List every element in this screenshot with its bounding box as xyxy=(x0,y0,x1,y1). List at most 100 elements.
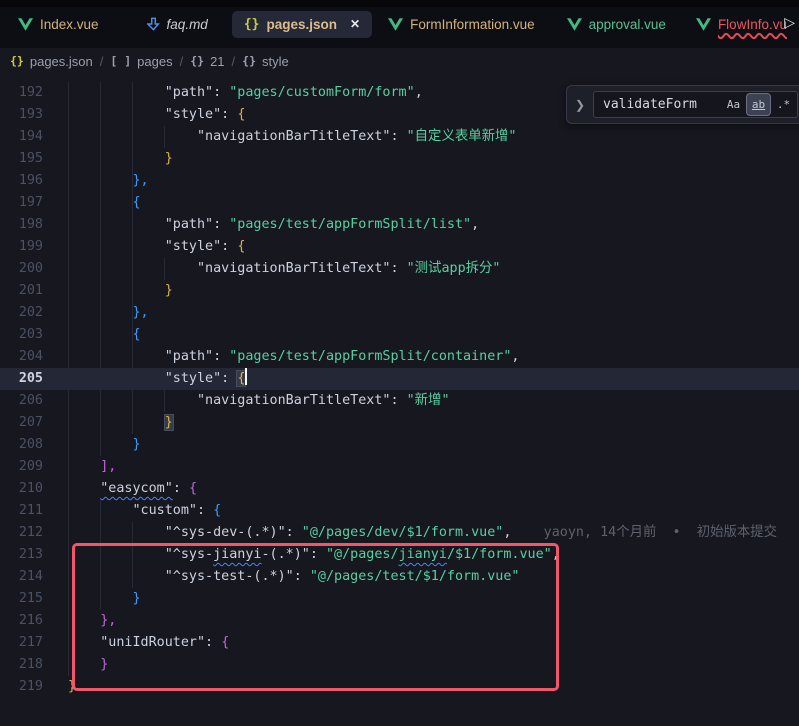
line-number: 210 xyxy=(0,478,68,500)
breadcrumb-item-style[interactable]: {}style xyxy=(242,54,289,69)
tab-bar: Index.vue faq.md {} pages.json ✕ FormInformat… xyxy=(0,0,799,48)
tab-forminformation-vue[interactable]: FormInformation.vue xyxy=(378,11,545,38)
code-line-218[interactable]: 218 } xyxy=(0,654,799,676)
code-text: "path": "pages/test/appFormSplit/contain… xyxy=(68,346,799,368)
line-number: 208 xyxy=(0,434,68,456)
code-lines: 192 "path": "pages/customForm/form",193 … xyxy=(0,82,799,698)
code-line-203[interactable]: 203 { xyxy=(0,324,799,346)
breadcrumb-item-pages[interactable]: [ ]pages xyxy=(110,54,172,69)
code-line-215[interactable]: 215 } xyxy=(0,588,799,610)
code-line-219[interactable]: 219} xyxy=(0,676,799,698)
find-widget: ❯ validateForm Aaab.* xyxy=(566,85,799,124)
tab-label: faq.md xyxy=(167,17,208,32)
code-line-197[interactable]: 197 { xyxy=(0,192,799,214)
code-line-198[interactable]: 198 "path": "pages/test/appFormSplit/lis… xyxy=(0,214,799,236)
code-line-211[interactable]: 211 "custom": { xyxy=(0,500,799,522)
code-text: "easycom": { xyxy=(68,478,799,500)
breadcrumb-separator: / xyxy=(232,54,236,69)
code-line-196[interactable]: 196 }, xyxy=(0,170,799,192)
line-number: 206 xyxy=(0,390,68,412)
find-expand-chevron-icon[interactable]: ❯ xyxy=(567,98,593,112)
tab-label: FlowInfo.vu xyxy=(718,17,787,32)
object-braces-icon: {} xyxy=(10,54,24,68)
vue-icon xyxy=(696,18,711,31)
line-number: 196 xyxy=(0,170,68,192)
code-text: } xyxy=(68,280,799,302)
line-number: 211 xyxy=(0,500,68,522)
vue-icon xyxy=(388,18,403,31)
tab-index-vue[interactable]: Index.vue xyxy=(8,11,109,38)
code-text: "custom": { xyxy=(68,500,799,522)
code-text: "style": { xyxy=(68,368,799,390)
regex-toggle[interactable]: .* xyxy=(772,94,795,115)
json-braces-icon: {} xyxy=(244,17,260,32)
code-line-200[interactable]: 200 "navigationBarTitleText": "测试app拆分" xyxy=(0,258,799,280)
vue-icon xyxy=(567,18,582,31)
vue-icon xyxy=(18,18,33,31)
line-number: 218 xyxy=(0,654,68,676)
whole-word-toggle[interactable]: ab xyxy=(747,94,770,115)
code-text: } xyxy=(68,676,799,698)
code-line-206[interactable]: 206 "navigationBarTitleText": "新增" xyxy=(0,390,799,412)
find-input-value[interactable]: validateForm xyxy=(594,97,722,112)
find-input[interactable]: validateForm Aaab.* xyxy=(593,91,798,118)
code-line-212[interactable]: 212 "^sys-dev-(.*)": "@/pages/dev/$1/for… xyxy=(0,522,799,544)
breadcrumb-label: style xyxy=(262,54,289,69)
code-text: "^sys-jianyi-(.*)": "@/pages/jianyi/$1/f… xyxy=(68,544,799,566)
line-number: 213 xyxy=(0,544,68,566)
line-number: 192 xyxy=(0,82,68,104)
breadcrumb-separator: / xyxy=(100,54,104,69)
run-button[interactable]: ▷ xyxy=(784,14,795,31)
code-line-195[interactable]: 195 } xyxy=(0,148,799,170)
code-text: { xyxy=(68,192,799,214)
line-number: 219 xyxy=(0,676,68,698)
code-line-210[interactable]: 210 "easycom": { xyxy=(0,478,799,500)
code-line-207[interactable]: 207 } xyxy=(0,412,799,434)
tab-label: Index.vue xyxy=(40,17,99,32)
line-number: 195 xyxy=(0,148,68,170)
line-number: 209 xyxy=(0,456,68,478)
code-line-217[interactable]: 217 "uniIdRouter": { xyxy=(0,632,799,654)
line-number: 198 xyxy=(0,214,68,236)
line-number: 197 xyxy=(0,192,68,214)
tab-faq-md[interactable]: faq.md xyxy=(137,11,218,38)
line-number: 205 xyxy=(0,368,68,390)
code-line-216[interactable]: 216 }, xyxy=(0,610,799,632)
breadcrumb-item-21[interactable]: {}21 xyxy=(190,54,224,69)
code-line-205[interactable]: 205 "style": { xyxy=(0,368,799,390)
code-text: "uniIdRouter": { xyxy=(68,632,799,654)
tab-approval-vue[interactable]: approval.vue xyxy=(557,11,676,38)
tab-label: pages.json xyxy=(266,17,337,32)
code-line-209[interactable]: 209 ], xyxy=(0,456,799,478)
line-number: 203 xyxy=(0,324,68,346)
code-line-202[interactable]: 202 }, xyxy=(0,302,799,324)
code-line-199[interactable]: 199 "style": { xyxy=(0,236,799,258)
code-text: { xyxy=(68,324,799,346)
breadcrumb-item-pages-json[interactable]: {}pages.json xyxy=(10,54,93,69)
code-line-194[interactable]: 194 "navigationBarTitleText": "自定义表单新增" xyxy=(0,126,799,148)
tab-close-icon[interactable]: ✕ xyxy=(350,17,360,31)
tab-flowinfo-vu[interactable]: FlowInfo.vu xyxy=(686,11,797,38)
vscode-window: Index.vuefaq.md{}pages.json✕FormInformat… xyxy=(0,0,799,726)
match-case-toggle[interactable]: Aa xyxy=(722,94,745,115)
code-text: } xyxy=(68,588,799,610)
code-line-208[interactable]: 208 } xyxy=(0,434,799,456)
tab-pages-json[interactable]: {} pages.json ✕ xyxy=(232,11,372,38)
code-text: }, xyxy=(68,302,799,324)
object-braces-icon: {} xyxy=(190,54,204,68)
code-text: ], xyxy=(68,456,799,478)
line-number: 217 xyxy=(0,632,68,654)
breadcrumb-label: pages xyxy=(137,54,172,69)
tab-label: FormInformation.vue xyxy=(410,17,535,32)
line-number: 214 xyxy=(0,566,68,588)
code-text: } xyxy=(68,412,799,434)
code-line-204[interactable]: 204 "path": "pages/test/appFormSplit/con… xyxy=(0,346,799,368)
code-line-214[interactable]: 214 "^sys-test-(.*)": "@/pages/test/$1/f… xyxy=(0,566,799,588)
text-cursor xyxy=(245,368,247,385)
code-text: "navigationBarTitleText": "测试app拆分" xyxy=(68,258,799,280)
code-line-213[interactable]: 213 "^sys-jianyi-(.*)": "@/pages/jianyi/… xyxy=(0,544,799,566)
code-editor[interactable]: 192 "path": "pages/customForm/form",193 … xyxy=(0,74,799,726)
code-text: "navigationBarTitleText": "自定义表单新增" xyxy=(68,126,799,148)
code-line-201[interactable]: 201 } xyxy=(0,280,799,302)
breadcrumb-separator: / xyxy=(180,54,184,69)
